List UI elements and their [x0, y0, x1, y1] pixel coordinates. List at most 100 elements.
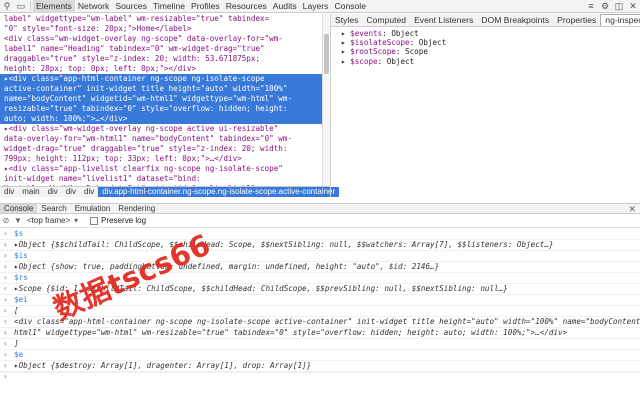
close-drawer-icon[interactable]: ✕: [628, 204, 640, 214]
breadcrumb-item-selected[interactable]: div.app-html-container.ng-scope.ng-isola…: [98, 187, 340, 197]
dom-node-line[interactable]: init-widget name="livelist1" dataset="bi…: [0, 174, 322, 184]
prompt-chevron-icon: ›: [3, 229, 8, 238]
dom-node-line-selected[interactable]: active-container" init-widget title heig…: [0, 84, 322, 94]
console-line-text: ▸Object {$$childTail: ChildScope, $$chil…: [14, 240, 554, 249]
property-row[interactable]: ▸ $rootScope: Scope: [341, 47, 630, 56]
tab-sources[interactable]: Sources: [112, 0, 150, 13]
tab-console[interactable]: Console: [331, 0, 369, 13]
chevron-down-icon: ▾: [74, 216, 79, 225]
ng-inspect-properties: ▸ $events: Object ▸ $isolateScope: Objec…: [331, 27, 640, 68]
dom-node-line-selected[interactable]: name="bodyContent" widgetid="wm-html1" w…: [0, 94, 322, 104]
tab-resources[interactable]: Resources: [223, 0, 270, 13]
property-key: $scope: [350, 56, 378, 66]
dom-node-line-selected[interactable]: resizable="true" tabindex="0" style="ove…: [0, 104, 322, 114]
breadcrumb-item[interactable]: div: [44, 187, 62, 197]
property-value: Object: [386, 56, 415, 66]
breadcrumb-item[interactable]: main: [18, 187, 43, 197]
console-input-line: › $s: [0, 229, 640, 240]
tab-event-listeners[interactable]: Event Listeners: [410, 14, 477, 26]
breadcrumb: div main div div div div.app-html-contai…: [0, 186, 340, 197]
drawer-tabs: Console Search Emulation Rendering ✕: [0, 203, 640, 214]
prompt-chevron-icon: ›: [3, 295, 8, 304]
console-line-text: $is: [14, 251, 28, 260]
console-output-line: ‹ <div class="app-html-container ng-scop…: [0, 317, 640, 328]
console-input-line: › $is: [0, 251, 640, 262]
property-row[interactable]: ▸ $scope: Object: [341, 57, 630, 66]
console-line-text: ▸Object {$destroy: Array[1], dragenter: …: [14, 361, 312, 370]
dom-node-line[interactable]: ▸<div class="wm-widget-overlay ng-scope …: [0, 124, 322, 134]
console-filter-bar: ⊘ ▼ <top frame> ▾ Preserve log: [0, 214, 640, 228]
console-drawer-icon[interactable]: ≡: [584, 0, 598, 12]
tab-timeline[interactable]: Timeline: [150, 0, 188, 13]
tab-elements[interactable]: Elements: [33, 0, 75, 13]
dock-icon[interactable]: ◫: [612, 0, 626, 12]
console-output: › $s ‹ ▸Object {$$childTail: ChildScope, $$…: [0, 229, 640, 400]
preserve-log-label: Preserve log: [101, 216, 147, 225]
return-arrow-icon: ‹: [3, 339, 8, 348]
prompt-chevron-icon: ›: [3, 372, 8, 381]
sidebar-tabs: Styles Computed Event Listeners DOM Brea…: [331, 14, 640, 27]
return-arrow-icon: ‹: [3, 317, 8, 326]
prompt-chevron-icon: ›: [3, 350, 8, 359]
dom-node-line[interactable]: height: 28px; top: 0px; left: 0px;"></di…: [0, 64, 322, 74]
console-output-line: ‹ ▸Object {$$childTail: ChildScope, $$chi…: [0, 240, 640, 251]
property-row[interactable]: ▸ $events: Object: [341, 29, 630, 38]
tab-audits[interactable]: Audits: [270, 0, 300, 13]
return-arrow-icon: ‹: [3, 328, 8, 337]
property-key: $isolateScope: [350, 38, 410, 48]
console-line-text: ]: [14, 339, 19, 348]
return-arrow-icon: ‹: [3, 361, 8, 370]
clear-console-icon[interactable]: ⊘: [0, 216, 12, 225]
drawer-tab-rendering[interactable]: Rendering: [114, 204, 159, 213]
console-prompt[interactable]: ›: [0, 372, 640, 381]
dom-node-line[interactable]: "0" style="font-size: 20px;">Home</label…: [0, 24, 322, 34]
tab-ng-inspect[interactable]: ng-inspect: [600, 14, 640, 26]
device-mode-icon[interactable]: ▭: [14, 0, 28, 12]
console-line-text: [: [14, 306, 19, 315]
dom-node-line[interactable]: label" widgettype="wm-label" wm-resizabl…: [0, 14, 322, 24]
dom-node-line[interactable]: widget-drag="true" draggable="true" styl…: [0, 144, 322, 154]
elements-tree: label" widgettype="wm-label" wm-resizabl…: [0, 14, 322, 186]
breadcrumb-item[interactable]: div: [80, 187, 98, 197]
settings-gear-icon[interactable]: ⚙: [598, 0, 612, 12]
inspect-element-icon[interactable]: ⚲: [0, 0, 14, 12]
drawer-tab-console[interactable]: Console: [0, 204, 38, 213]
property-row[interactable]: ▸ $isolateScope: Object: [341, 38, 630, 47]
console-output-line: ‹ ▸Object {$destroy: Array[1], dragenter:…: [0, 361, 640, 372]
prompt-chevron-icon: ›: [3, 251, 8, 260]
dom-node-line-selected[interactable]: ▸<div class="app-html-container ng-scope…: [0, 74, 322, 84]
tab-layers[interactable]: Layers: [300, 0, 332, 13]
tab-dom-breakpoints[interactable]: DOM Breakpoints: [477, 14, 553, 26]
breadcrumb-item[interactable]: div: [62, 187, 80, 197]
tab-computed[interactable]: Computed: [362, 14, 410, 26]
property-value: Scope: [405, 47, 428, 57]
tab-styles[interactable]: Styles: [331, 14, 362, 26]
devtools-toolbar: ⚲ ▭ Elements Network Sources Timeline Pr…: [0, 0, 640, 13]
dom-node-line[interactable]: 799px; height: 112px; top: 33px; left: 0…: [0, 154, 322, 164]
console-line-text: $s: [14, 229, 24, 238]
return-arrow-icon: ‹: [3, 262, 8, 271]
console-input-line: › $e: [0, 350, 640, 361]
filter-icon[interactable]: ▼: [12, 216, 24, 225]
tab-properties[interactable]: Properties: [553, 14, 600, 26]
dom-node-line[interactable]: draggable="true" style="z-index: 20; wid…: [0, 54, 322, 64]
dom-node-line-selected[interactable]: auto; width: 100%;">…</div>: [0, 114, 322, 124]
property-value: Object: [391, 29, 419, 38]
tab-network[interactable]: Network: [75, 0, 113, 13]
close-icon[interactable]: ✕: [626, 0, 640, 12]
scrollbar-thumb[interactable]: [324, 34, 329, 74]
console-line-text: html1" widgettype="wm-html" wm-resizable…: [14, 328, 568, 337]
dom-node-line[interactable]: label1" name="Heading" tabindex="0" wm-w…: [0, 44, 322, 54]
drawer-tab-search[interactable]: Search: [37, 204, 70, 213]
frame-select[interactable]: <top frame>: [27, 216, 70, 225]
dom-node-line[interactable]: <div class="wm-widget-overlay ng-scope" …: [0, 34, 322, 44]
breadcrumb-item[interactable]: div: [0, 187, 18, 197]
drawer-tab-emulation[interactable]: Emulation: [71, 204, 115, 213]
return-arrow-icon: ‹: [3, 306, 8, 315]
preserve-log-checkbox[interactable]: [90, 216, 99, 225]
dom-node-line[interactable]: data-overlay-for="wm-html1" name="bodyCo…: [0, 134, 322, 144]
tab-profiles[interactable]: Profiles: [188, 0, 223, 13]
elements-scrollbar[interactable]: [322, 14, 329, 186]
return-arrow-icon: ‹: [3, 284, 8, 293]
dom-node-line[interactable]: ▸<div class="app-livelist clearfix ng-sc…: [0, 164, 322, 174]
